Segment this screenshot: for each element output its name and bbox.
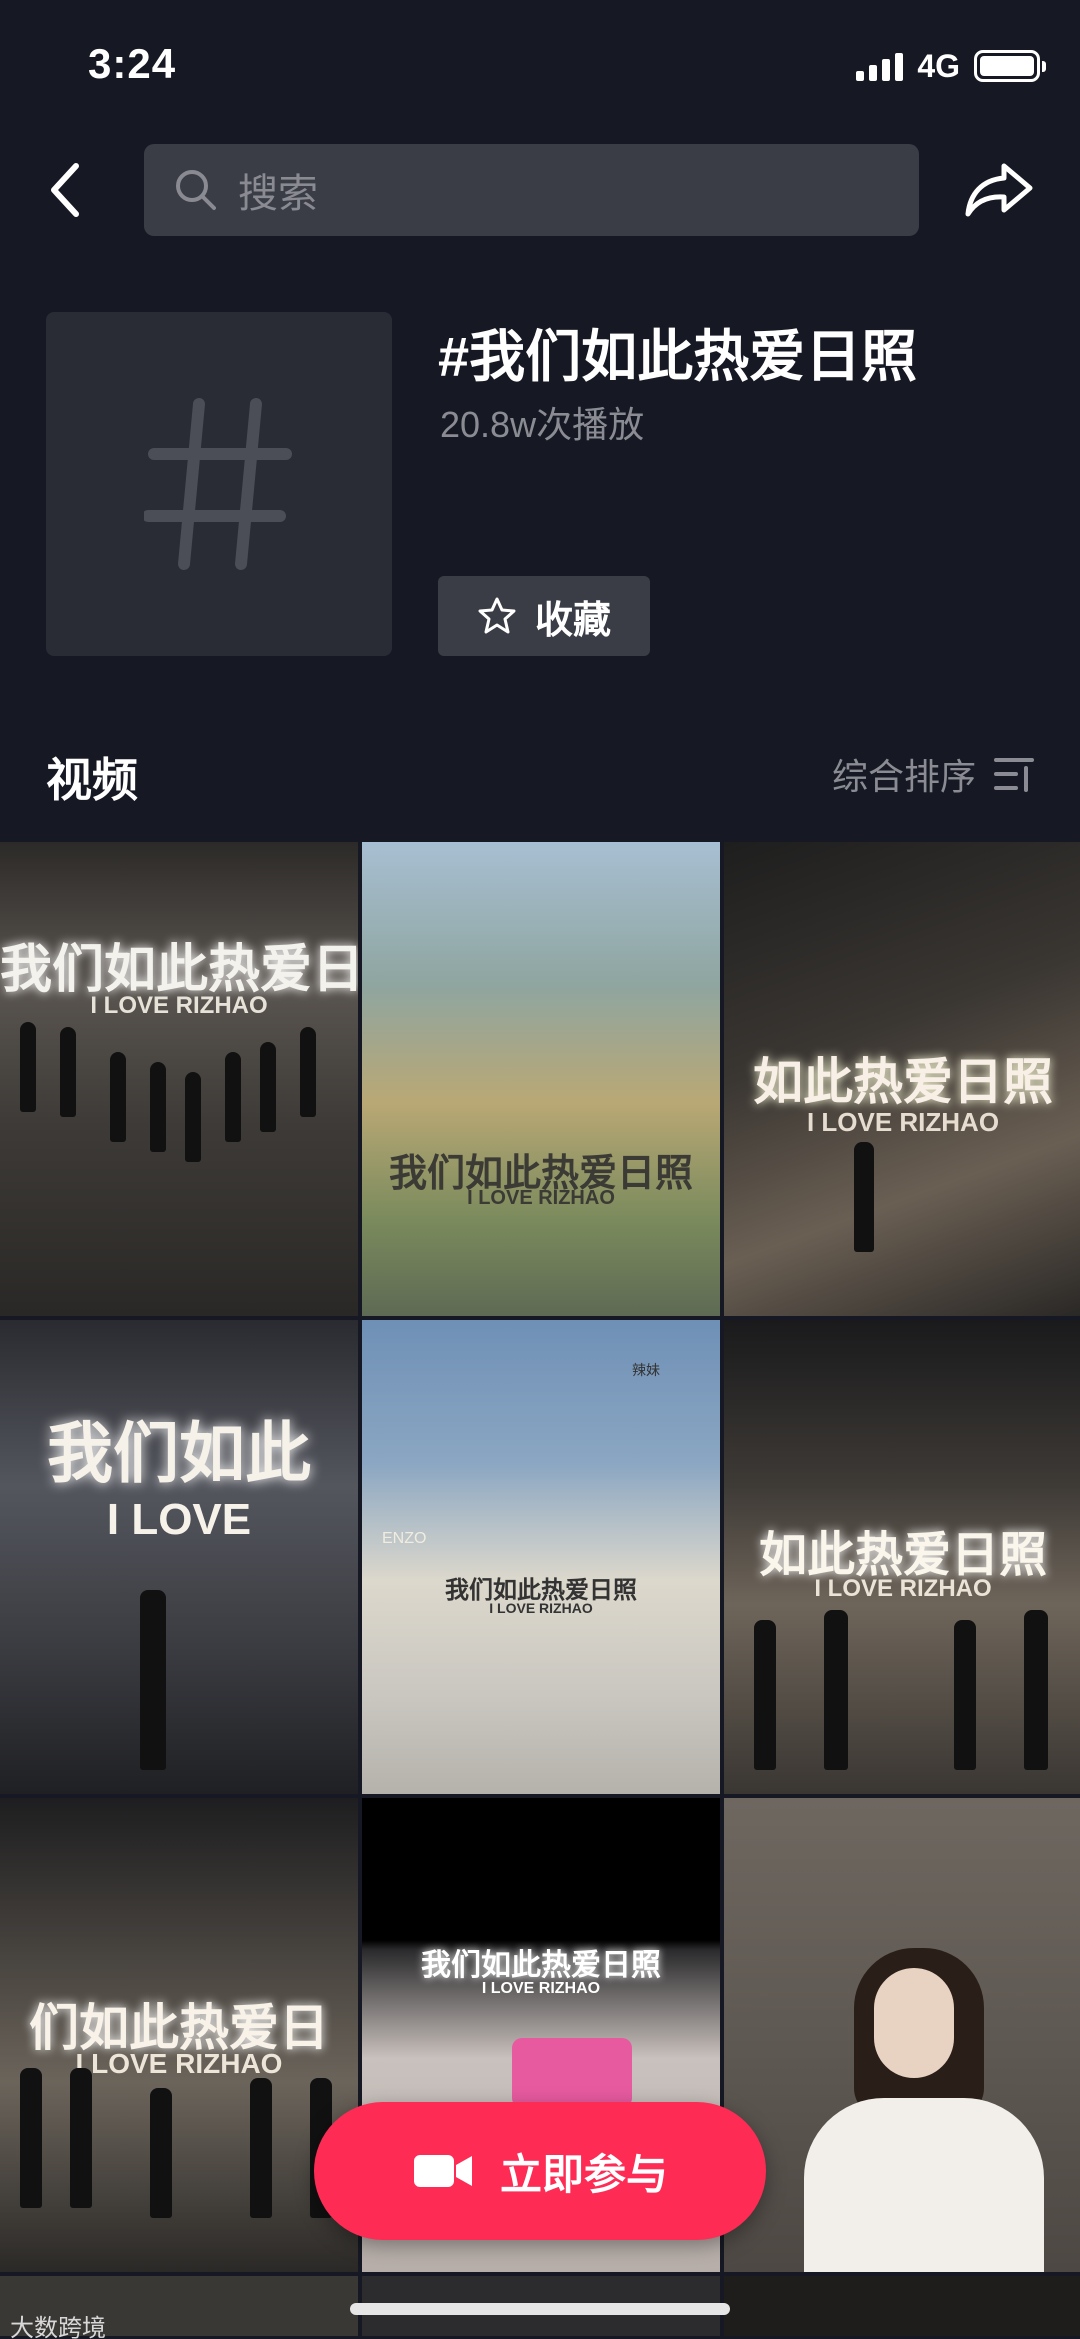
search-input[interactable]: 搜索 (144, 144, 919, 236)
sort-button[interactable]: 综合排序 (832, 748, 1034, 800)
video-overlay-subtext: I LOVE RIZHAO (75, 2048, 283, 2079)
video-thumbnail[interactable]: 我们如此热爱日 I LOVE RIZHAO (0, 842, 358, 1316)
network-type: 4G (917, 47, 960, 84)
join-button[interactable]: 立即参与 (314, 2102, 766, 2240)
status-bar: 3:24 4G (0, 0, 1080, 130)
video-overlay-text: 我们如此热爱日 (0, 941, 358, 999)
video-thumbnail[interactable]: 们如此热爱日 I LOVE RIZHAO (0, 1798, 358, 2272)
topic-title: #我们如此热爱日照 (438, 325, 918, 388)
person-dress (804, 2098, 1044, 2272)
video-thumbnail[interactable]: 如此热爱日照 I LOVE RIZHAO (724, 842, 1080, 1316)
video-overlay-subtext: I LOVE RIZHAO (90, 992, 268, 1019)
topic-play-count: 20.8w次播放 (440, 404, 645, 445)
star-icon (478, 597, 516, 634)
video-thumbnail[interactable] (724, 2276, 1080, 2336)
video-overlay-subtext: I LOVE RIZHAO (489, 1600, 593, 1616)
video-thumbnail[interactable]: 如此热爱日照 I LOVE RIZHAO (724, 1320, 1080, 1794)
video-thumbnail[interactable]: 我们如此热爱日照 I LOVE RIZHAO (362, 842, 720, 1316)
sort-icon (994, 758, 1034, 792)
share-arrow-icon (965, 163, 1033, 217)
share-button[interactable] (960, 150, 1040, 230)
hashtag-icon (144, 398, 292, 570)
watermark: 大数跨境 (10, 2308, 106, 2339)
section-title: 视频 (46, 754, 138, 806)
chevron-left-icon (51, 163, 79, 217)
search-placeholder: 搜索 (238, 172, 318, 216)
topic-cover (46, 312, 392, 656)
join-label: 立即参与 (499, 2150, 668, 2198)
video-thumbnail[interactable]: 辣妹 ENZO 我们如此热爱日照 I LOVE RIZHAO (362, 1320, 720, 1794)
favorite-button[interactable]: 收藏 (438, 576, 650, 656)
video-overlay-text: 如此热爱日照 (753, 1054, 1053, 1110)
battery-icon (974, 50, 1046, 82)
sort-label: 综合排序 (831, 756, 976, 797)
video-overlay-subtext: I LOVE (106, 1495, 252, 1544)
favorite-label: 收藏 (534, 599, 611, 642)
video-overlay-subtext: I LOVE RIZHAO (814, 1575, 992, 1602)
video-overlay-text: 我们如此 (47, 1416, 311, 1490)
video-camera-icon (413, 2155, 472, 2187)
status-time: 3:24 (88, 40, 177, 87)
video-overlay-subtext: I LOVE RIZHAO (806, 1107, 1000, 1137)
watermark-text: 大数跨境 (10, 2315, 106, 2339)
shop-sign: 辣妹 (632, 1362, 660, 1378)
back-button[interactable] (36, 150, 96, 230)
search-icon (176, 170, 216, 210)
pink-car (512, 2038, 632, 2108)
signal-icon (856, 51, 904, 81)
shop-sign-enzo: ENZO (382, 1530, 427, 1547)
video-overlay-subtext: I LOVE RIZHAO (467, 1187, 615, 1209)
person-face (874, 1968, 954, 2078)
status-indicators: 4G (856, 46, 1046, 86)
video-thumbnail[interactable]: 我们如此 I LOVE (0, 1320, 358, 1794)
video-overlay-subtext: I LOVE RIZHAO (481, 1980, 601, 1997)
video-overlay-text: 我们如此热爱日照 (421, 1949, 661, 1982)
home-indicator[interactable] (350, 2303, 730, 2315)
video-thumbnail[interactable] (724, 1798, 1080, 2272)
